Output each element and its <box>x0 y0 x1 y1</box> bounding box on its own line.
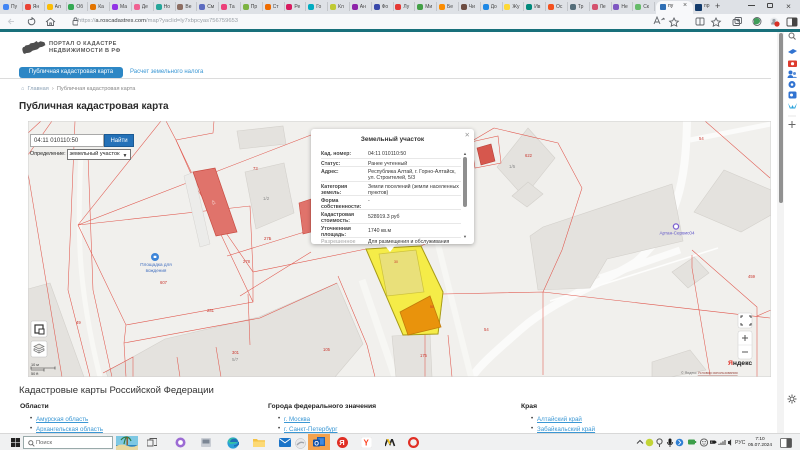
svg-text:Площадка для: Площадка для <box>140 262 172 267</box>
svg-text:Артан-Сервис04: Артан-Сервис04 <box>659 231 694 236</box>
svg-text:вождения: вождения <box>146 268 167 273</box>
svg-text:30: 30 <box>394 260 398 264</box>
svg-text:49: 49 <box>76 320 81 325</box>
svg-text:459: 459 <box>748 274 756 279</box>
svg-text:1/5: 1/5 <box>509 164 516 169</box>
svg-text:10 м: 10 м <box>31 363 39 367</box>
svg-text:50 ft: 50 ft <box>31 372 39 376</box>
svg-text:73: 73 <box>253 166 258 171</box>
svg-text:175: 175 <box>420 353 428 358</box>
svg-text:Яндекс: Яндекс <box>728 360 752 367</box>
svg-text:Я: Я <box>339 438 344 447</box>
svg-text:Y: Y <box>364 439 370 448</box>
svg-text:301: 301 <box>232 350 240 355</box>
svg-text:278: 278 <box>243 259 251 264</box>
svg-text:622: 622 <box>525 153 533 158</box>
svg-text:50: 50 <box>430 305 434 309</box>
svg-text:5/7: 5/7 <box>232 357 239 362</box>
svg-text:O: O <box>314 441 319 447</box>
svg-text:281: 281 <box>207 308 215 313</box>
svg-text:54: 54 <box>699 136 704 141</box>
svg-text:1/2: 1/2 <box>263 196 270 201</box>
svg-text:105: 105 <box>323 347 331 352</box>
svg-text:54: 54 <box>484 327 489 332</box>
svg-text:607: 607 <box>160 280 168 285</box>
svg-text:© Яндекс Условия использования: © Яндекс Условия использования <box>681 371 738 375</box>
svg-text:27Б: 27Б <box>264 236 272 241</box>
